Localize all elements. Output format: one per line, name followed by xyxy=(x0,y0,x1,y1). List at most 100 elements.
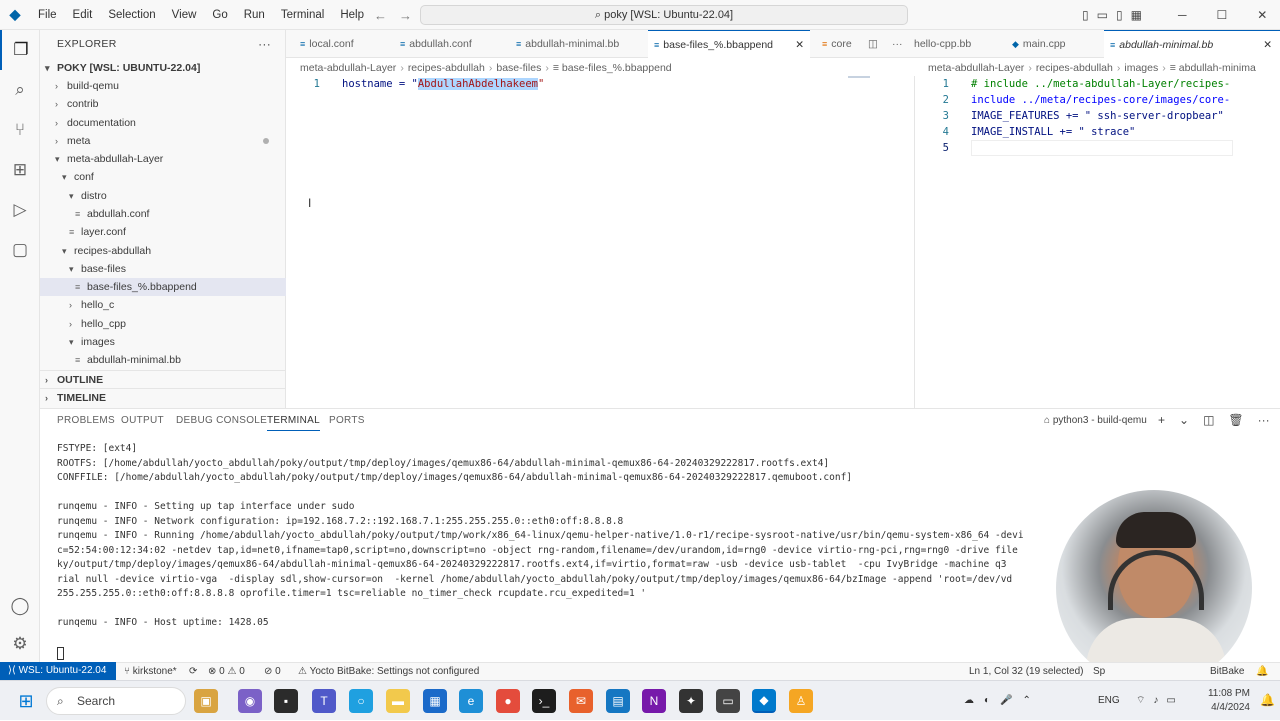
extensions-icon[interactable]: ⊞ xyxy=(0,150,40,190)
menu-edit[interactable]: Edit xyxy=(65,0,101,30)
minimize-icon[interactable]: ─ xyxy=(1178,8,1187,22)
panel-tab-problems[interactable]: PROBLEMS xyxy=(57,415,115,426)
app-icon[interactable]: ✦ xyxy=(679,689,703,713)
teams-icon[interactable]: T xyxy=(312,689,336,713)
breadcrumb-item[interactable]: recipes-abdullah xyxy=(408,62,485,74)
split-terminal-icon[interactable]: ◫ xyxy=(1203,413,1214,427)
close-tab-icon[interactable]: ✕ xyxy=(1263,31,1272,59)
explorer-icon[interactable]: ❐ xyxy=(0,30,40,70)
notifications-bell-icon[interactable]: 🔔 xyxy=(1256,663,1268,680)
toggle-secondary-sidebar-icon[interactable]: ▯ xyxy=(1116,8,1123,22)
terminal-icon[interactable]: ›_ xyxy=(532,689,556,713)
tree-folder-distro[interactable]: ▾ distro xyxy=(40,187,286,205)
split-editor-icon[interactable]: ◫ xyxy=(868,30,884,58)
tree-folder-conf[interactable]: ▾ conf xyxy=(40,168,286,186)
breadcrumb-item[interactable]: base-files xyxy=(496,62,541,74)
chrome-icon[interactable]: ● xyxy=(496,689,520,713)
run-debug-icon[interactable]: ▷ xyxy=(0,190,40,230)
store-icon[interactable]: ▦ xyxy=(423,689,447,713)
code-line[interactable]: IMAGE_FEATURES += " ssh-server-dropbear" xyxy=(971,108,1224,124)
tree-folder-base-files[interactable]: ▾ base-files xyxy=(40,260,286,278)
chevron-down-icon[interactable]: ⌄ xyxy=(1179,413,1189,427)
chevron-up-icon[interactable]: ⌃ xyxy=(1023,681,1031,721)
file-explorer-icon[interactable]: ▬ xyxy=(386,689,410,713)
bitbake-status[interactable]: ⚠ Yocto BitBake: Settings not configured xyxy=(298,663,479,680)
terminal-selector[interactable]: ⌂ python3 - build-qemu xyxy=(1044,415,1147,426)
app-icon[interactable]: ▤ xyxy=(606,689,630,713)
menu-help[interactable]: Help xyxy=(332,0,372,30)
trash-icon[interactable]: 🗑 xyxy=(1228,413,1243,427)
breadcrumb-item[interactable]: abdullah-minima xyxy=(1179,62,1256,74)
cursor-position[interactable]: Ln 1, Col 32 (19 selected) xyxy=(969,663,1084,680)
input-language[interactable]: ENG xyxy=(1098,681,1120,721)
workspace-root[interactable]: ▾ POKY [WSL: UBUNTU-22.04] xyxy=(40,59,286,77)
problems-indicator[interactable]: ⊗ 0 ⚠ 0 xyxy=(208,663,245,680)
breadcrumb-item[interactable]: meta-abdullah-Layer xyxy=(300,62,396,74)
code-line[interactable]: include ../meta/recipes-core/images/core… xyxy=(971,92,1230,108)
menu-view[interactable]: View xyxy=(164,0,205,30)
customize-layout-icon[interactable]: ▦ xyxy=(1131,8,1142,22)
ports-indicator[interactable]: ⊘ 0 xyxy=(264,663,281,680)
panel-tab-ports[interactable]: PORTS xyxy=(329,415,365,426)
settings-gear-icon[interactable]: ⚙ xyxy=(0,624,40,664)
tree-file-abdullah-minimal-bb[interactable]: ≡ abdullah-minimal.bb xyxy=(40,351,286,369)
system-status-icons[interactable]: ⌔ ♪ ▭ xyxy=(1136,681,1176,721)
breadcrumb-item[interactable]: recipes-abdullah xyxy=(1036,62,1113,74)
command-center[interactable]: ⌕ poky [WSL: Ubuntu-22.04] xyxy=(420,5,908,25)
tab-main-cpp[interactable]: ◆ main.cpp xyxy=(1006,30,1102,58)
breadcrumb-item[interactable]: images xyxy=(1124,62,1158,74)
copilot-icon[interactable]: ◉ xyxy=(238,689,262,713)
source-control-icon[interactable]: ⑂ xyxy=(0,110,40,150)
tree-folder-hello-cpp[interactable]: › hello_cpp xyxy=(40,315,286,333)
tab-core[interactable]: ≡ core xyxy=(816,30,876,58)
app-icon[interactable]: ○ xyxy=(349,689,373,713)
microphone-icon[interactable]: 🎤 xyxy=(1000,681,1012,721)
tab-local-conf[interactable]: ≡ local.conf xyxy=(294,30,394,58)
edge-icon[interactable]: e xyxy=(459,689,483,713)
terminal-app-icon[interactable]: ▪ xyxy=(274,689,298,713)
code-line[interactable]: hostname = "AbdullahAbdelhakeem" xyxy=(342,76,544,92)
tab-abdullah-conf[interactable]: ≡ abdullah.conf xyxy=(394,30,506,58)
branch-indicator[interactable]: ⑂ kirkstone* xyxy=(124,663,177,680)
tab-abdullah-minimal-bb-right[interactable]: ≡ abdullah-minimal.bb ✕ xyxy=(1104,30,1280,58)
forward-arrow-icon[interactable]: → xyxy=(399,8,412,23)
vscode-icon[interactable]: ◆ xyxy=(752,689,776,713)
taskbar-search[interactable]: ⌕ Search xyxy=(46,687,186,715)
panel-tab-terminal[interactable]: TERMINAL xyxy=(267,415,320,431)
onedrive-icon[interactable]: ☁ xyxy=(964,681,974,721)
breadcrumb-item[interactable]: meta-abdullah-Layer xyxy=(928,62,1024,74)
close-tab-icon[interactable]: ✕ xyxy=(795,31,804,59)
panel-tab-output[interactable]: OUTPUT xyxy=(121,415,164,426)
editor-left[interactable]: 1 hostname = "AbdullahAbdelhakeem" I xyxy=(286,76,900,408)
more-actions-icon[interactable]: ··· xyxy=(258,37,271,51)
maximize-icon[interactable]: ☐ xyxy=(1217,8,1228,22)
account-icon[interactable]: ◯ xyxy=(0,586,40,626)
remote-explorer-icon[interactable]: ▢ xyxy=(0,230,40,270)
tree-file-layer-conf[interactable]: ≡ layer.conf xyxy=(40,223,286,241)
close-icon[interactable]: ✕ xyxy=(1257,8,1267,22)
app-icon[interactable]: ▣ xyxy=(194,689,218,713)
menu-selection[interactable]: Selection xyxy=(100,0,163,30)
toggle-panel-icon[interactable]: ▭ xyxy=(1097,8,1108,22)
onenote-icon[interactable]: N xyxy=(642,689,666,713)
language-mode[interactable]: BitBake xyxy=(1210,663,1244,680)
clock[interactable]: 11:08 PM 4/4/2024 xyxy=(1200,687,1250,715)
menu-terminal[interactable]: Terminal xyxy=(273,0,332,30)
notification-icon[interactable]: 🔔 xyxy=(1260,693,1275,707)
tree-folder-recipes-abdullah[interactable]: ▾ recipes-abdullah xyxy=(40,242,286,260)
code-line[interactable]: IMAGE_INSTALL += " strace" xyxy=(971,124,1135,140)
outline-section[interactable]: › OUTLINE xyxy=(40,370,286,388)
tab-hello-cpp-bb[interactable]: hello-cpp.bb xyxy=(908,30,1002,58)
tree-folder-contrib[interactable]: › contrib xyxy=(40,95,286,113)
windows-start-icon[interactable]: ⊞ xyxy=(14,689,38,713)
more-actions-icon[interactable]: ··· xyxy=(892,30,908,58)
menu-file[interactable]: File xyxy=(30,0,65,30)
timeline-section[interactable]: › TIMELINE xyxy=(40,388,286,406)
code-line[interactable]: # include ../meta-abdullah-Layer/recipes… xyxy=(971,76,1230,92)
app-icon[interactable]: ♙ xyxy=(789,689,813,713)
breadcrumb-item[interactable]: base-files_%.bbappend xyxy=(562,62,672,74)
tree-folder-hello-c[interactable]: › hello_c xyxy=(40,296,286,314)
tree-folder-documentation[interactable]: › documentation xyxy=(40,114,286,132)
search-icon[interactable]: ⌕ xyxy=(0,70,40,110)
tree-folder-images[interactable]: ▾ images xyxy=(40,333,286,351)
